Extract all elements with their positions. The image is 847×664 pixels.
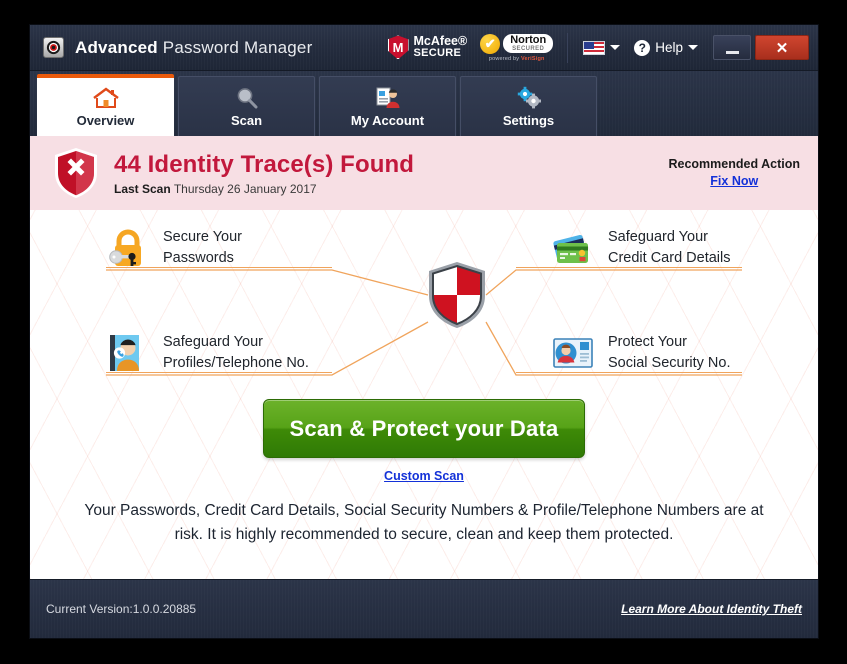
- version-text: Current Version:1.0.0.20885: [46, 602, 197, 616]
- description-text: Your Passwords, Credit Card Details, Soc…: [84, 502, 764, 544]
- norton-check-icon: ✔: [480, 33, 501, 54]
- chevron-down-icon: [688, 45, 698, 50]
- app-target-bullseye-icon: [43, 37, 64, 58]
- app-title-bold: Advanced: [75, 37, 158, 57]
- last-scan-line: Last Scan Thursday 26 January 2017: [114, 182, 414, 196]
- norton-powered-by: powered by VeriSign: [489, 56, 545, 62]
- title-bar: Advanced Password Manager M McAfee® SECU…: [30, 25, 818, 71]
- red-shield-x-icon: [52, 146, 100, 200]
- question-mark-icon: ?: [634, 39, 651, 56]
- close-icon: ✕: [775, 39, 789, 57]
- main-content: 44 Identity Trace(s) Found Last Scan Thu…: [30, 136, 818, 579]
- help-menu[interactable]: ? Help: [627, 39, 705, 56]
- window-controls: ✕: [713, 35, 809, 60]
- norton-secured-badge[interactable]: ✔ Norton SECURED powered by VeriSign: [474, 33, 559, 62]
- call-to-action: Scan & Protect your Data Custom Scan: [30, 399, 818, 485]
- status-footer: Current Version:1.0.0.20885 Learn More A…: [30, 579, 818, 638]
- recommended-action-label: Recommended Action: [668, 157, 800, 172]
- last-scan-label: Last Scan: [114, 181, 171, 196]
- fix-now-link[interactable]: Fix Now: [668, 173, 800, 190]
- tab-scan[interactable]: Scan: [178, 76, 315, 136]
- norton-badge-row: ✔ Norton SECURED: [480, 33, 554, 54]
- tab-overview-label: Overview: [76, 113, 135, 128]
- tab-my-account-label: My Account: [350, 112, 425, 128]
- norton-line2: SECURED: [512, 46, 545, 52]
- language-selector[interactable]: [576, 40, 627, 55]
- application-window: Advanced Password Manager M McAfee® SECU…: [30, 25, 818, 638]
- identity-trace-alert-banner: 44 Identity Trace(s) Found Last Scan Thu…: [30, 136, 818, 210]
- tab-my-account[interactable]: My Account: [319, 76, 456, 136]
- tab-overview[interactable]: Overview: [37, 74, 174, 136]
- scan-and-protect-button[interactable]: Scan & Protect your Data: [262, 399, 586, 458]
- help-label: Help: [655, 40, 683, 55]
- tab-bar: Overview Scan My Account Settings: [30, 71, 818, 136]
- mcafee-line2: SECURE: [413, 47, 462, 60]
- checkered-shield-icon: [426, 260, 488, 330]
- learn-more-link[interactable]: Learn More About Identity Theft: [621, 602, 802, 616]
- norton-line1: Norton: [510, 34, 547, 46]
- alert-title: 44 Identity Trace(s) Found: [114, 150, 414, 178]
- feature-grid: Secure Your Passwords Safeguard Your Cre…: [30, 210, 818, 395]
- last-scan-value: Thursday 26 January 2017: [170, 181, 317, 196]
- connector-lines: [106, 269, 742, 376]
- norton-sub-prefix: powered by: [488, 55, 521, 62]
- tab-settings[interactable]: Settings: [460, 76, 597, 136]
- close-button[interactable]: ✕: [755, 35, 809, 60]
- house-icon: [91, 86, 121, 110]
- app-title: Advanced Password Manager: [75, 38, 312, 58]
- magnifier-icon: [235, 86, 259, 110]
- chevron-down-icon: [610, 45, 621, 50]
- norton-badge-text: Norton SECURED: [503, 34, 554, 53]
- norton-sub-brand: VeriSign: [520, 55, 545, 62]
- mcafee-shield-icon: M: [387, 35, 409, 60]
- user-document-icon: [375, 86, 401, 110]
- tab-scan-label: Scan: [230, 112, 263, 128]
- us-flag-icon: [583, 40, 606, 55]
- minimize-button[interactable]: [713, 35, 751, 60]
- minimize-icon: [725, 51, 739, 54]
- mcafee-mark: M: [392, 39, 404, 55]
- tab-settings-label: Settings: [502, 112, 555, 128]
- mcafee-secure-badge[interactable]: M McAfee® SECURE: [381, 35, 475, 60]
- gears-icon: [516, 86, 542, 110]
- app-title-rest: Password Manager: [157, 37, 313, 57]
- custom-scan-link[interactable]: Custom Scan: [384, 469, 464, 483]
- titlebar-divider: [567, 32, 569, 63]
- titlebar-right-group: M McAfee® SECURE ✔ Norton SECURED powere…: [381, 25, 818, 70]
- recommended-action-group: Recommended Action Fix Now: [668, 156, 800, 190]
- alert-text-group: 44 Identity Trace(s) Found Last Scan Thu…: [114, 151, 414, 196]
- mcafee-badge-text: McAfee® SECURE: [414, 35, 468, 60]
